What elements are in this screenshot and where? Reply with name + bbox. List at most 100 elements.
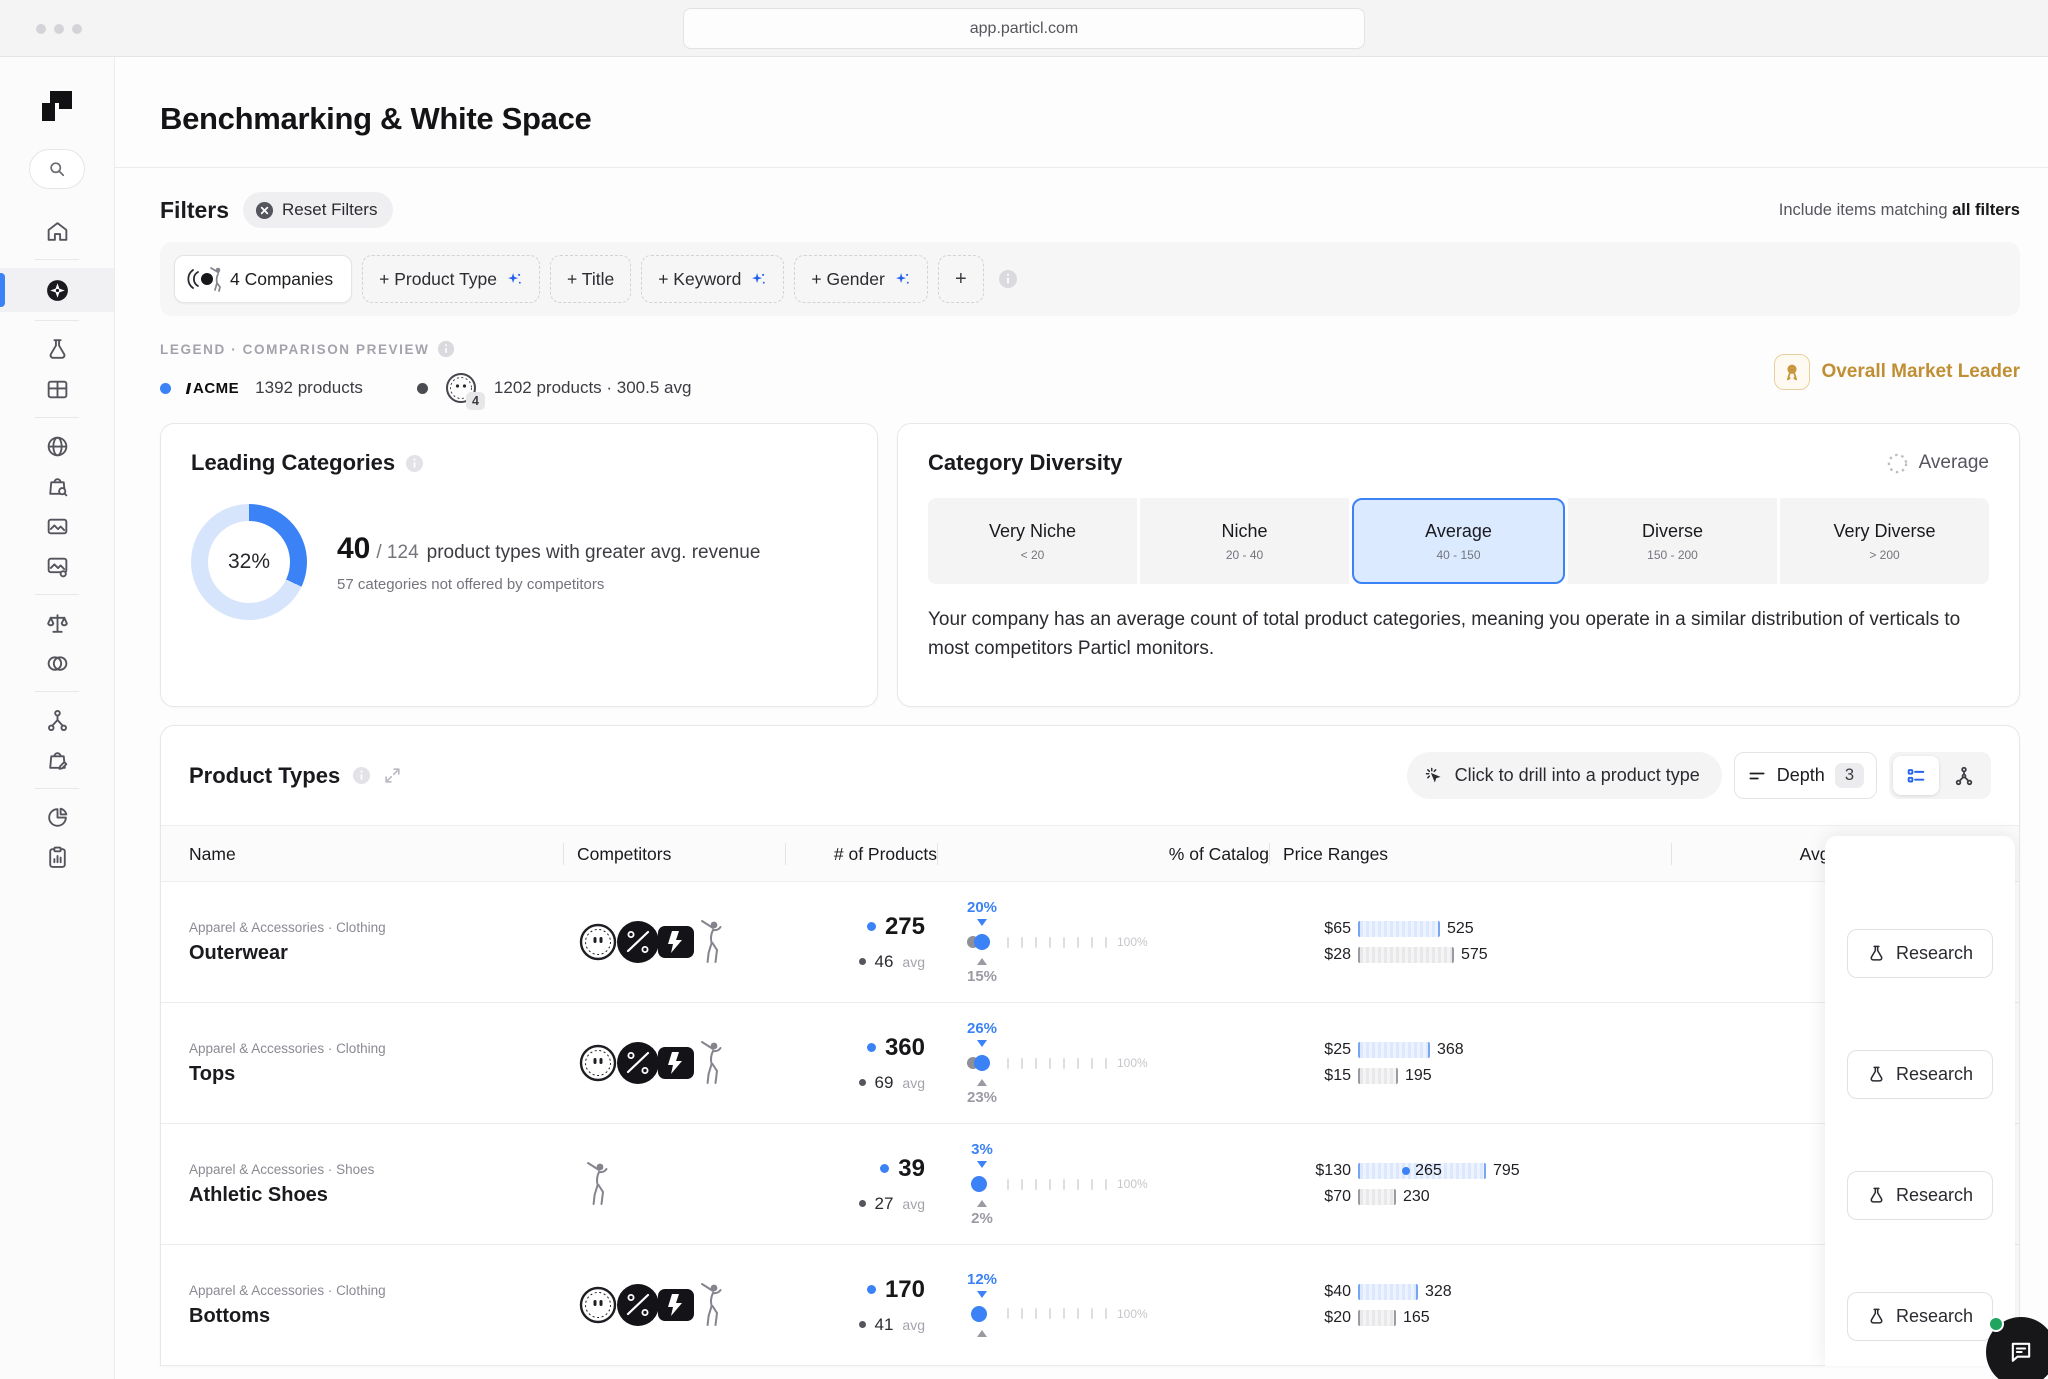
column-header-2[interactable]: # of Products — [799, 842, 951, 866]
diversity-option-niche[interactable]: Niche20 - 40 — [1140, 498, 1349, 584]
diversity-option-average[interactable]: Average40 - 150 — [1352, 498, 1565, 584]
research-button[interactable]: Research — [1847, 1050, 1993, 1099]
research-button[interactable]: Research — [1847, 1171, 1993, 1220]
network-icon — [45, 708, 70, 733]
info-icon[interactable] — [998, 269, 1018, 289]
address-bar[interactable]: app.particl.com — [683, 8, 1365, 49]
product-type-name: Bottoms — [189, 1305, 577, 1328]
price-ranges-cell: $130265795$70230 — [1283, 1162, 1685, 1206]
sidebar-search[interactable] — [29, 149, 85, 189]
ai-sparkle-icon — [750, 271, 767, 288]
catalog-max-label: 100% — [1117, 1056, 1148, 1070]
donut-percent: 32% — [228, 550, 270, 574]
price-range: $25368 — [1299, 1041, 1685, 1059]
catalog-dots — [965, 933, 999, 951]
filter-chip-0[interactable]: + Product Type — [362, 255, 540, 303]
research-button[interactable]: Research — [1847, 929, 1993, 978]
category-breadcrumb: Apparel & Accessories · Clothing — [189, 920, 577, 935]
diversity-option-diverse[interactable]: Diverse150 - 200 — [1568, 498, 1777, 584]
depth-icon — [1747, 766, 1767, 786]
filter-chip-2[interactable]: + Keyword — [641, 255, 784, 303]
column-header-1[interactable]: Competitors — [577, 842, 799, 866]
clipboard-icon — [45, 845, 70, 870]
price-range: $70230 — [1299, 1188, 1685, 1206]
category-diversity-title: Category Diversity — [928, 450, 1122, 476]
competitors-cell — [577, 919, 799, 965]
drill-hint-button[interactable]: Click to drill into a product type — [1407, 752, 1722, 799]
add-filter-button[interactable]: + — [938, 255, 984, 303]
diversity-description: Your company has an average count of tot… — [928, 606, 1989, 663]
legend-heading: LEGEND · COMPARISON PREVIEW — [160, 342, 429, 357]
column-header-3[interactable]: % of Catalog — [951, 842, 1283, 866]
sidebar-item-overlap[interactable] — [0, 643, 114, 683]
ai-sparkle-icon — [506, 271, 523, 288]
filter-chip-1[interactable]: + Title — [550, 255, 631, 303]
filter-bar: 4 Companies + Product Type+ Title+ Keywo… — [160, 242, 2020, 316]
product-avg: 41 — [875, 1315, 894, 1335]
leading-categories-card: Leading Categories 32% 40/ 124product ty… — [160, 423, 878, 707]
table-row[interactable]: Apparel & Accessories · Clothing Bottoms… — [161, 1245, 2019, 1366]
browser-chrome: app.particl.com — [0, 0, 2048, 57]
legend: LEGEND · COMPARISON PREVIEW ACME 1392 pr… — [160, 340, 2020, 405]
diversity-option-very-niche[interactable]: Very Niche< 20 — [928, 498, 1137, 584]
sidebar-item-table[interactable] — [0, 369, 114, 409]
companies-filter-button[interactable]: 4 Companies — [174, 255, 352, 303]
comparison-series-label: 1202 products · 300.5 avg — [494, 378, 692, 398]
sidebar-item-bag-edit[interactable] — [0, 740, 114, 780]
info-icon[interactable] — [352, 766, 371, 785]
table-row[interactable]: Apparel & Accessories · Clothing Tops 36… — [161, 1003, 2019, 1124]
view-toggle — [1889, 752, 1991, 799]
sidebar-item-tree[interactable] — [0, 700, 114, 740]
competitor-golfer-logo — [699, 1040, 725, 1086]
diversity-status: Average — [1886, 452, 1989, 475]
sidebar-item-reports[interactable] — [0, 837, 114, 877]
sidebar-item-compare[interactable] — [0, 603, 114, 643]
sidebar-item-home[interactable] — [0, 211, 114, 251]
catalog-percent: 20% — [967, 899, 997, 916]
competitors-cell — [577, 1040, 799, 1086]
competitors-cell — [577, 1282, 799, 1328]
reset-filters-button[interactable]: Reset Filters — [243, 192, 393, 228]
competitor-golfer-logo — [699, 1282, 725, 1328]
catalog-percent: 26% — [967, 1020, 997, 1037]
competitor-ghost-logo — [577, 1284, 619, 1326]
sidebar-item-media[interactable] — [0, 506, 114, 546]
list-view-button[interactable] — [1893, 756, 1939, 795]
products-cell: 275 46avg — [799, 913, 951, 972]
research-button[interactable]: Research — [1847, 1292, 1993, 1341]
filter-chip-3[interactable]: + Gender — [794, 255, 927, 303]
donut-chart: 32% — [191, 504, 307, 620]
sidebar-item-product-search[interactable] — [0, 466, 114, 506]
filters-heading: Filters — [160, 197, 229, 224]
info-icon[interactable] — [405, 454, 424, 473]
sidebar-item-globe[interactable] — [0, 426, 114, 466]
price-range: $65525 — [1299, 920, 1685, 938]
depth-button[interactable]: Depth 3 — [1734, 752, 1877, 799]
competitor-golfer-logo — [585, 1161, 611, 1207]
url-text: app.particl.com — [970, 20, 1079, 38]
sidebar-item-media-alt[interactable] — [0, 546, 114, 586]
competitor-bolt-logo — [657, 1288, 695, 1322]
window-controls[interactable] — [36, 24, 82, 34]
online-indicator — [1988, 1316, 2004, 1332]
reset-icon — [255, 201, 274, 220]
column-header-4[interactable]: Price Ranges — [1283, 842, 1685, 866]
column-header-0[interactable]: Name — [189, 842, 577, 866]
product-count: 170 — [885, 1276, 925, 1304]
info-icon[interactable] — [437, 340, 455, 358]
diversity-option-very-diverse[interactable]: Very Diverse> 200 — [1780, 498, 1989, 584]
chat-fab[interactable] — [1986, 1317, 2048, 1379]
products-cell: 39 27avg — [799, 1155, 951, 1214]
tree-view-button[interactable] — [1941, 756, 1987, 795]
main-content: Benchmarking & White Space Filters Reset… — [115, 57, 2048, 1379]
competitor-ghost-logo — [577, 1042, 619, 1084]
table-row[interactable]: Apparel & Accessories · Shoes Athletic S… — [161, 1124, 2019, 1245]
venn-icon — [45, 651, 70, 676]
market-leader-badge: Overall Market Leader — [1774, 354, 2020, 390]
catalog-cell: 26% 100% 23% — [951, 1020, 1283, 1106]
sidebar-item-benchmarking[interactable] — [0, 268, 114, 312]
sidebar-item-lab[interactable] — [0, 329, 114, 369]
table-row[interactable]: Apparel & Accessories · Clothing Outerwe… — [161, 882, 2019, 1003]
sidebar-item-analytics[interactable] — [0, 797, 114, 837]
expand-button[interactable] — [383, 766, 402, 785]
